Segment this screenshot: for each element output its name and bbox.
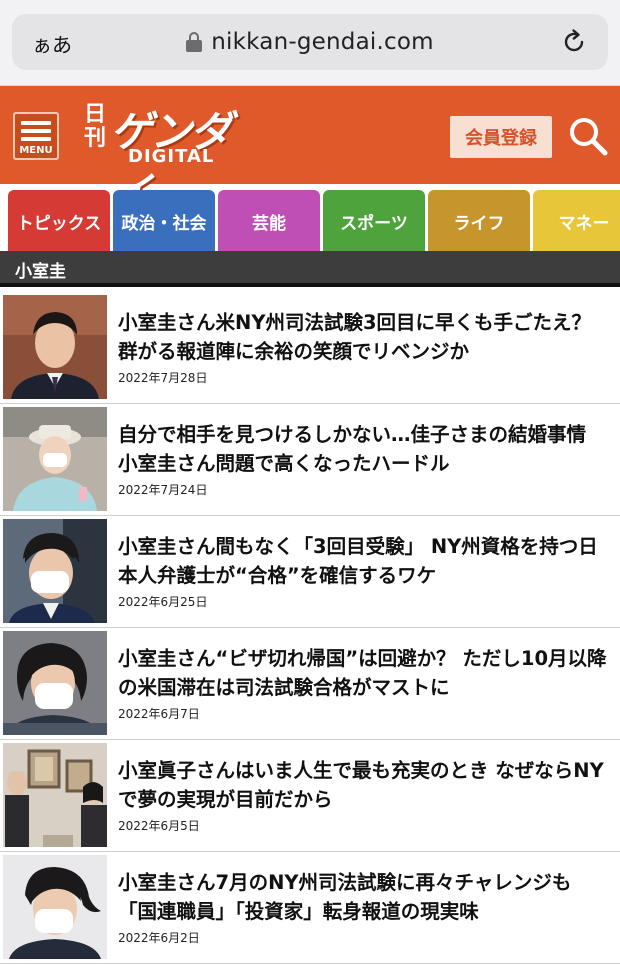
hamburger-icon	[21, 121, 51, 125]
reload-icon[interactable]	[560, 28, 588, 56]
menu-button[interactable]: MENU	[13, 112, 59, 160]
article-thumbnail[interactable]	[3, 631, 107, 735]
article-title[interactable]: 小室圭さん間もなく「3回目受験」 NY州資格を持つ日本人弁護士が“合格”を確信す…	[118, 532, 608, 590]
tab-label: トピックス	[16, 213, 102, 234]
tab-sports[interactable]: スポーツ	[323, 190, 425, 252]
tab-label: 芸能	[252, 213, 286, 234]
article-thumbnail[interactable]	[3, 519, 107, 623]
article-item[interactable]: 小室圭さん7月のNY州司法試験に再々チャレンジも「国連職員」「投資家」転身報道の…	[0, 852, 620, 964]
article-item[interactable]: 小室圭さん間もなく「3回目受験」 NY州資格を持つ日本人弁護士が“合格”を確信す…	[0, 516, 620, 628]
category-tabs: トピックス 政治・社会 芸能 スポーツ ライフ マネー	[8, 190, 620, 252]
article-thumbnail[interactable]	[3, 743, 107, 847]
site-header: MENU 日刊 ゲンダイ DIGITAL 会員登録	[0, 86, 620, 217]
article-title[interactable]: 小室圭さん“ビザ切れ帰国”は回避か？ ただし10月以降の米国滞在は司法試験合格が…	[118, 644, 608, 702]
url-field[interactable]: ぁあ nikkan-gendai.com	[12, 14, 608, 70]
tab-label: スポーツ	[340, 213, 408, 234]
section-header: 小室圭	[0, 251, 620, 287]
article-item[interactable]: 小室眞子さんはいま人生で最も充実のとき なぜならNYで夢の実現が目前だから 20…	[0, 740, 620, 852]
member-register-button[interactable]: 会員登録	[450, 116, 552, 158]
browser-address-bar: ぁあ nikkan-gendai.com	[0, 0, 620, 86]
article-date: 2022年6月5日	[118, 819, 200, 833]
article-item[interactable]: 小室圭さん米NY州司法試験3回目に早くも手ごたえ？ 群がる報道陣に余裕の笑顔でリ…	[0, 292, 620, 404]
tab-life[interactable]: ライフ	[428, 190, 530, 252]
logo-digital: DIGITAL	[128, 146, 215, 167]
section-title: 小室圭	[15, 262, 66, 282]
article-date: 2022年7月28日	[118, 371, 208, 385]
logo-nikkan: 日刊	[84, 101, 107, 151]
article-date: 2022年6月2日	[118, 931, 200, 945]
article-date: 2022年7月24日	[118, 483, 208, 497]
tab-topics[interactable]: トピックス	[8, 190, 110, 252]
tab-money[interactable]: マネー	[533, 190, 620, 252]
article-thumbnail[interactable]	[3, 295, 107, 399]
article-item[interactable]: 小室圭さん“ビザ切れ帰国”は回避か？ ただし10月以降の米国滞在は司法試験合格が…	[0, 628, 620, 740]
search-icon[interactable]	[566, 114, 610, 158]
article-thumbnail[interactable]	[3, 855, 107, 959]
tab-label: 政治・社会	[121, 213, 207, 234]
lock-icon	[186, 32, 203, 52]
article-date: 2022年6月7日	[118, 707, 200, 721]
article-list: 小室圭さん米NY州司法試験3回目に早くも手ごたえ？ 群がる報道陣に余裕の笑顔でリ…	[0, 292, 620, 964]
article-title[interactable]: 小室圭さん米NY州司法試験3回目に早くも手ごたえ？ 群がる報道陣に余裕の笑顔でリ…	[118, 308, 608, 366]
article-date: 2022年6月25日	[118, 595, 208, 609]
tab-entertainment[interactable]: 芸能	[218, 190, 320, 252]
article-title[interactable]: 小室圭さん7月のNY州司法試験に再々チャレンジも「国連職員」「投資家」転身報道の…	[118, 868, 608, 926]
article-thumbnail[interactable]	[3, 407, 107, 511]
url-text[interactable]: nikkan-gendai.com	[211, 29, 433, 55]
article-title[interactable]: 小室眞子さんはいま人生で最も充実のとき なぜならNYで夢の実現が目前だから	[118, 756, 608, 814]
site-logo[interactable]: 日刊 ゲンダイ DIGITAL	[84, 98, 254, 217]
tab-label: ライフ	[453, 213, 505, 234]
tab-politics-society[interactable]: 政治・社会	[113, 190, 215, 252]
menu-label: MENU	[19, 145, 53, 156]
article-item[interactable]: 自分で相手を見つけるしかない…佳子さまの結婚事情 小室圭さん問題で高くなったハー…	[0, 404, 620, 516]
tab-label: マネー	[558, 213, 610, 234]
article-title[interactable]: 自分で相手を見つけるしかない…佳子さまの結婚事情 小室圭さん問題で高くなったハー…	[118, 420, 608, 478]
